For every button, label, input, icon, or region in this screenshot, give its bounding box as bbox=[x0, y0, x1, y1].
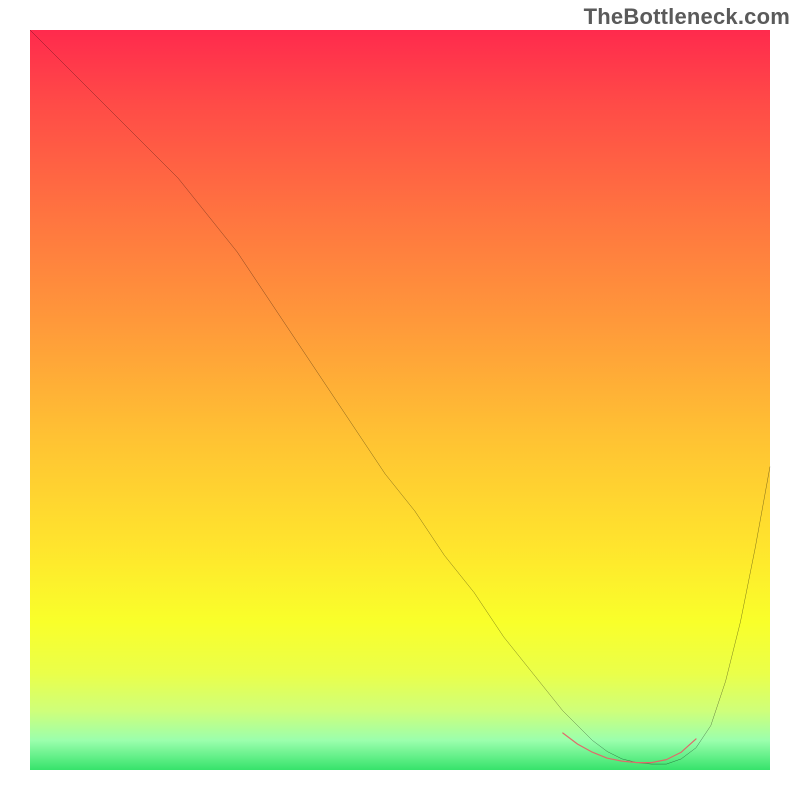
watermark-text: TheBottleneck.com bbox=[584, 4, 790, 30]
optimal-zone-highlight bbox=[563, 733, 696, 763]
bottleneck-curve bbox=[30, 30, 770, 764]
curve-svg bbox=[30, 30, 770, 770]
chart-container: TheBottleneck.com bbox=[0, 0, 800, 800]
plot-area bbox=[30, 30, 770, 770]
